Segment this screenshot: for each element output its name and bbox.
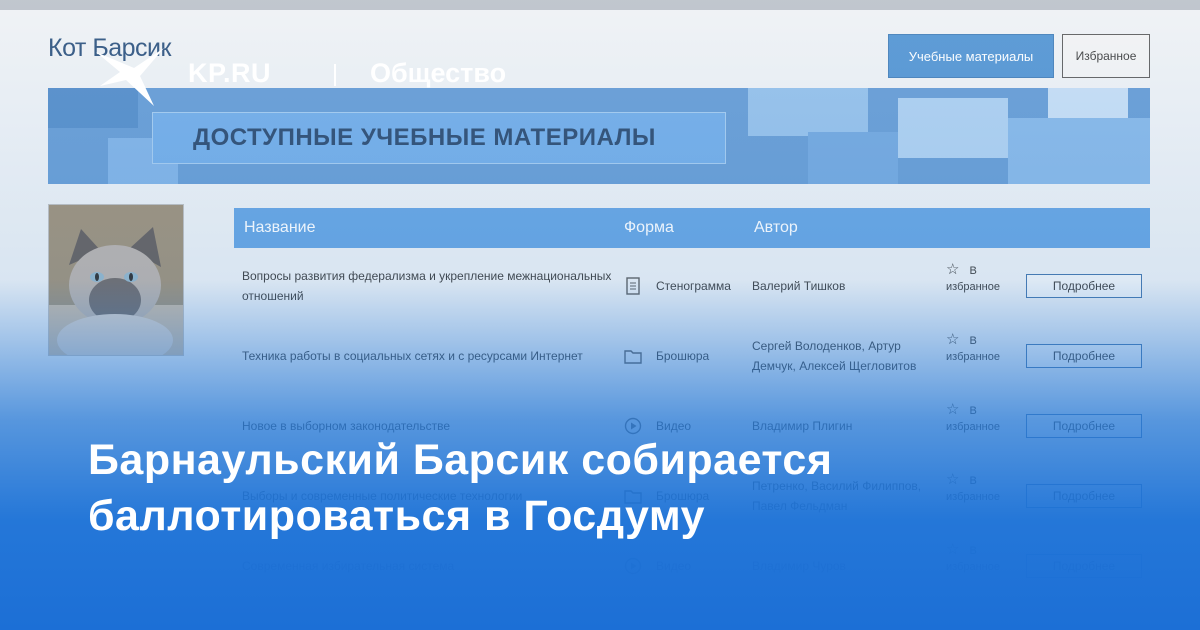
column-author-header: Автор bbox=[754, 219, 798, 236]
swallow-logo-icon bbox=[96, 48, 164, 106]
document-icon bbox=[626, 277, 640, 295]
material-title[interactable]: Техника работы в социальных сетях и с ре… bbox=[242, 322, 612, 390]
material-form: Стенограмма bbox=[656, 279, 731, 293]
section-link[interactable]: Общество bbox=[370, 58, 506, 89]
details-button[interactable]: Подробнее bbox=[1026, 274, 1142, 298]
add-to-favorites[interactable]: ☆ В избранное bbox=[946, 542, 1022, 575]
site-brand[interactable]: KP.RU bbox=[188, 58, 271, 89]
add-to-favorites[interactable]: ☆ В избранное bbox=[946, 262, 1022, 295]
table-row: Техника работы в социальных сетях и с ре… bbox=[234, 322, 1150, 390]
add-to-favorites[interactable]: ☆ В избранное bbox=[946, 332, 1022, 365]
column-form-header: Форма bbox=[624, 219, 674, 236]
article-headline[interactable]: Барнаульский Барсик собирается баллотиро… bbox=[88, 432, 1148, 544]
details-button[interactable]: Подробнее bbox=[1026, 344, 1142, 368]
banner-title: ДОСТУПНЫЕ УЧЕБНЫЕ МАТЕРИАЛЫ bbox=[152, 112, 726, 164]
material-form: Брошюра bbox=[656, 349, 710, 363]
favorites-button[interactable]: Избранное bbox=[1062, 34, 1150, 78]
top-strip bbox=[0, 0, 1200, 10]
star-icon: ☆ bbox=[946, 331, 960, 348]
brand-separator bbox=[334, 64, 336, 86]
add-to-favorites[interactable]: ☆ В избранное bbox=[946, 402, 1022, 435]
table-row: Вопросы развития федерализма и укреплени… bbox=[234, 252, 1150, 320]
details-button[interactable]: Подробнее bbox=[1026, 554, 1142, 578]
material-title[interactable]: Вопросы развития федерализма и укреплени… bbox=[242, 252, 612, 320]
star-icon: ☆ bbox=[946, 261, 960, 278]
column-name-header: Название bbox=[244, 219, 316, 236]
table-header: Название Форма Автор bbox=[234, 208, 1150, 248]
folder-icon bbox=[624, 350, 642, 364]
material-author: Сергей Володенков, Артур Демчук, Алексей… bbox=[752, 339, 917, 373]
material-author: Валерий Тишков bbox=[752, 279, 846, 293]
materials-banner: ДОСТУПНЫЕ УЧЕБНЫЕ МАТЕРИАЛЫ bbox=[48, 88, 1150, 184]
play-icon bbox=[624, 557, 642, 575]
cat-avatar bbox=[48, 204, 184, 356]
star-icon: ☆ bbox=[946, 401, 960, 418]
materials-button[interactable]: Учебные материалы bbox=[888, 34, 1054, 78]
